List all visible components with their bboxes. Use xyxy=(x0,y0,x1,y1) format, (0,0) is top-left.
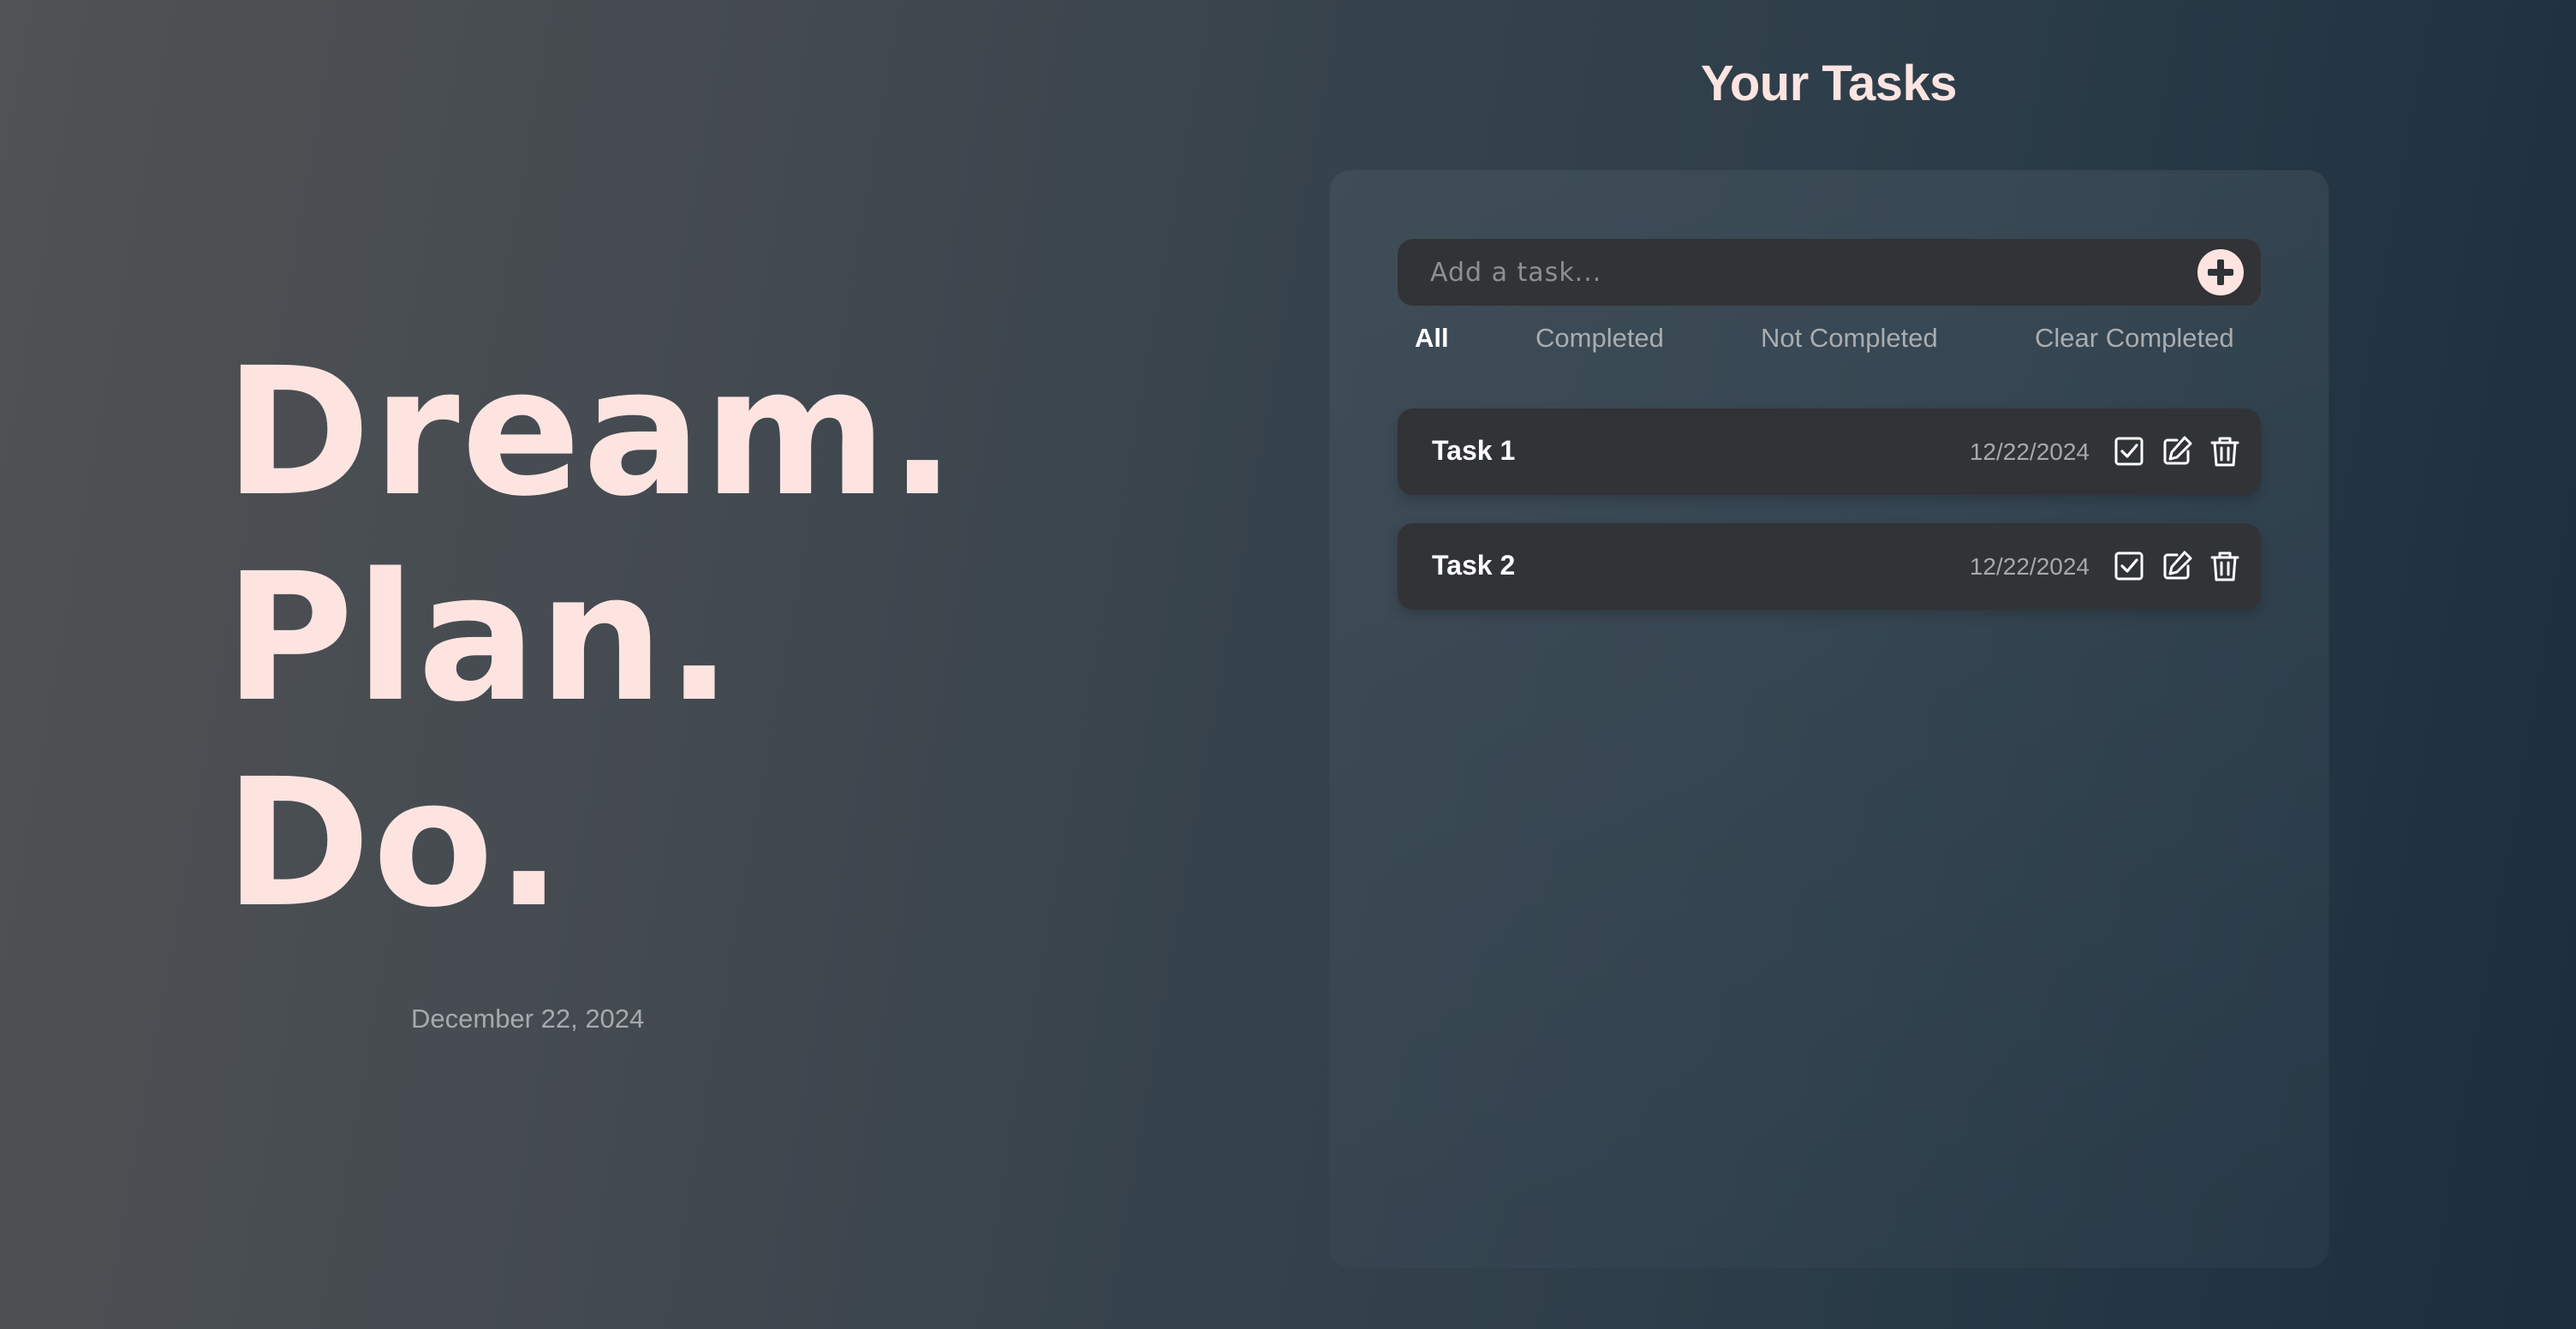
complete-task-button[interactable] xyxy=(2112,434,2146,468)
edit-task-button[interactable] xyxy=(2160,549,2194,583)
tasks-panel: All Completed Not Completed Clear Comple… xyxy=(1330,170,2329,1267)
add-task-button[interactable] xyxy=(2197,249,2244,295)
task-list: Task 1 12/22/2024 Task 2 12/22/2024 xyxy=(1398,408,2261,638)
plus-circle-icon xyxy=(2208,259,2233,285)
task-date: 12/22/2024 xyxy=(1969,438,2090,465)
edit-task-button[interactable] xyxy=(2160,434,2194,468)
task-item: Task 1 12/22/2024 xyxy=(1398,408,2261,495)
task-name: Task 2 xyxy=(1432,550,1516,581)
trash-icon xyxy=(2210,437,2239,467)
page-title: Your Tasks xyxy=(1700,56,1958,111)
hero-line-plan: Plan. xyxy=(224,535,735,741)
clear-completed-button[interactable]: Clear Completed xyxy=(2035,323,2234,354)
filter-completed[interactable]: Completed xyxy=(1535,323,1664,354)
task-filters: All Completed Not Completed Clear Comple… xyxy=(1398,323,2261,357)
delete-task-button[interactable] xyxy=(2208,434,2242,468)
delete-task-button[interactable] xyxy=(2208,549,2242,583)
edit-icon xyxy=(2163,436,2192,465)
complete-task-button[interactable] xyxy=(2112,549,2146,583)
checkbox-icon xyxy=(2114,551,2144,581)
trash-icon xyxy=(2210,551,2239,581)
filter-not-completed[interactable]: Not Completed xyxy=(1761,323,1938,354)
hero-line-dream: Dream. xyxy=(224,330,958,535)
current-date: December 22, 2024 xyxy=(411,1004,645,1034)
hero-section: Dream. Plan. Do. xyxy=(224,330,1166,946)
task-name: Task 1 xyxy=(1432,435,1516,466)
edit-icon xyxy=(2163,551,2192,580)
task-date: 12/22/2024 xyxy=(1969,553,2090,580)
filter-all[interactable]: All xyxy=(1415,323,1449,354)
checkbox-icon xyxy=(2114,437,2144,466)
hero-line-do: Do. xyxy=(224,741,564,946)
task-item: Task 2 12/22/2024 xyxy=(1398,523,2261,610)
add-task-input[interactable] xyxy=(1430,239,2184,306)
add-task-bar xyxy=(1398,239,2261,306)
